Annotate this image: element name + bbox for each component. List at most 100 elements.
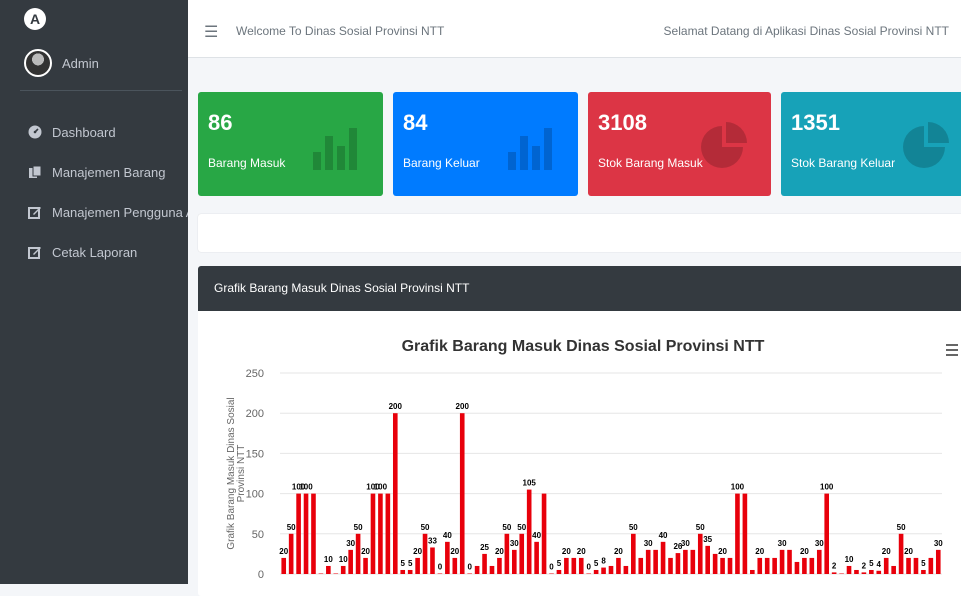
bar[interactable] [400,569,406,574]
bar[interactable] [787,549,792,574]
bar[interactable] [489,565,495,574]
sidebar-item-manajemen-pengguna[interactable]: Manajemen Pengguna Aplik [0,192,188,232]
bar[interactable] [660,541,666,574]
bar[interactable] [854,569,859,574]
bar[interactable] [742,493,748,574]
bar[interactable] [311,493,316,574]
bar[interactable] [898,533,904,574]
bar[interactable] [839,573,844,575]
bar[interactable] [861,572,867,574]
bar[interactable] [846,565,852,574]
bar[interactable] [318,573,324,575]
bar[interactable] [645,549,651,574]
bar[interactable] [869,569,874,574]
bar[interactable] [370,493,376,574]
bar[interactable] [445,541,450,574]
bar[interactable] [511,549,517,574]
bar[interactable] [407,569,413,574]
bar[interactable] [794,561,800,574]
stat-box-barang-keluar[interactable]: 84 Barang Keluar [393,92,578,196]
bar[interactable] [571,557,577,574]
bar[interactable] [385,493,391,574]
bar[interactable] [541,493,547,574]
bar[interactable] [526,489,532,574]
bar[interactable] [683,549,688,574]
bar[interactable] [556,569,562,574]
bar[interactable] [467,573,472,575]
sidebar-item-manajemen-barang[interactable]: Manajemen Barang [0,152,188,192]
bar[interactable] [281,557,287,574]
bar[interactable] [653,549,658,574]
bar[interactable] [697,533,703,574]
bar[interactable] [392,413,398,574]
bar[interactable] [459,413,465,574]
bar[interactable] [906,557,911,574]
bar[interactable] [363,557,368,574]
bar[interactable] [578,557,584,574]
brand-logo[interactable]: A [24,8,46,30]
bar[interactable] [876,570,882,574]
bar[interactable] [779,549,785,574]
bar[interactable] [474,565,480,574]
bar[interactable] [504,533,510,574]
bar[interactable] [735,493,740,574]
bar[interactable] [727,557,733,574]
stat-box-stok-barang-masuk[interactable]: 3108 Stok Barang Masuk [588,92,771,196]
bar[interactable] [437,573,443,575]
bar[interactable] [534,541,539,574]
bar[interactable] [415,557,420,574]
sidebar-item-cetak-laporan[interactable]: Cetak Laporan [0,232,188,272]
hamburger-icon[interactable]: ☰ [204,22,218,42]
bar[interactable] [720,557,725,574]
bar[interactable] [326,565,331,574]
bar[interactable] [355,533,361,574]
bar[interactable] [378,493,383,574]
bar[interactable] [430,547,435,574]
bar[interactable] [616,557,621,574]
bar[interactable] [772,557,777,574]
bar[interactable] [422,533,428,574]
bar[interactable] [601,567,606,574]
bar[interactable] [303,493,309,574]
bar[interactable] [482,553,487,574]
bar[interactable] [549,573,554,575]
bar[interactable] [928,557,934,574]
bar[interactable] [831,572,837,574]
bar[interactable] [764,557,770,574]
bar[interactable] [802,557,807,574]
bar[interactable] [623,565,629,574]
bar[interactable] [921,569,926,574]
bar[interactable] [348,549,353,574]
bar[interactable] [586,573,591,575]
bar[interactable] [564,557,569,574]
bar[interactable] [497,557,502,574]
bar[interactable] [891,565,896,574]
bar[interactable] [750,569,755,574]
bar[interactable] [340,565,346,574]
bar[interactable] [631,533,636,574]
bar[interactable] [452,557,458,574]
user-panel[interactable]: Admin [24,48,99,78]
stat-box-barang-masuk[interactable]: 86 Barang Masuk [198,92,383,196]
bar[interactable] [705,545,711,574]
bar[interactable] [668,557,673,574]
bar[interactable] [935,549,941,574]
bar[interactable] [809,557,815,574]
bar[interactable] [608,565,614,574]
bar[interactable] [913,557,919,574]
bar[interactable] [296,493,301,574]
bar[interactable] [638,557,644,574]
bar[interactable] [824,493,830,574]
bar[interactable] [519,533,525,574]
bar[interactable] [690,549,696,574]
bar[interactable] [675,553,681,574]
bar[interactable] [712,553,718,574]
bar[interactable] [883,557,889,574]
stat-box-stok-barang-keluar[interactable]: 1351 Stok Barang Keluar [781,92,961,196]
sidebar-item-dashboard[interactable]: Dashboard [0,112,188,152]
bar[interactable] [816,549,822,574]
chart-menu-icon[interactable] [946,344,958,356]
bar[interactable] [333,573,339,575]
bar[interactable] [288,533,294,574]
bar[interactable] [593,569,599,574]
